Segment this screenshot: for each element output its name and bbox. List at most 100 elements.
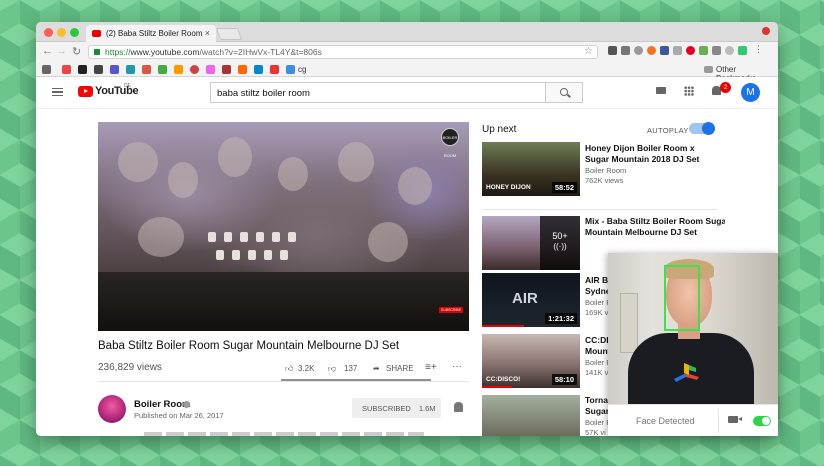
crowd-figure <box>218 137 252 177</box>
crowd-figure <box>278 157 308 191</box>
add-to-playlist-icon[interactable]: ≡+ <box>425 362 437 373</box>
playstation-logo-icon <box>674 363 699 382</box>
subscribe-watermark[interactable]: SUBSCRIBE <box>439 307 463 313</box>
thumbnail[interactable]: 50+ ((·)) <box>482 216 580 270</box>
duration-badge: 1:21:32 <box>545 313 577 324</box>
youtube-favicon-icon <box>92 30 101 37</box>
extension-icon[interactable] <box>608 46 617 55</box>
share-icon[interactable]: ➦ <box>373 364 380 373</box>
youtube-wordmark[interactable]: YouTube <box>95 85 139 97</box>
related-title[interactable]: Mix - Baba Stiltz Boiler Room Sugar <box>585 216 725 227</box>
bookmark-icon[interactable] <box>62 65 71 74</box>
bookmark-icon[interactable] <box>142 65 151 74</box>
share-button[interactable]: SHARE <box>386 364 414 373</box>
cloud-icon[interactable] <box>634 46 643 55</box>
extension-icon[interactable] <box>738 46 747 55</box>
menu-icon[interactable]: ⋮ <box>754 45 763 55</box>
extension-icon[interactable] <box>699 46 708 55</box>
url-field[interactable]: https://www.youtube.com/watch?v=2IHwVx-T… <box>88 45 598 59</box>
thumbnail-text: HONEY DIJON <box>486 184 531 191</box>
extension-icon[interactable] <box>621 46 630 55</box>
reload-icon[interactable]: ↻ <box>72 45 81 58</box>
related-title[interactable]: Mountain Melbourne DJ Set <box>585 227 725 238</box>
camera-icon[interactable] <box>728 416 742 423</box>
bookmark-icon[interactable] <box>126 65 135 74</box>
bookmark-icon[interactable] <box>110 65 119 74</box>
bookmark-icon[interactable] <box>254 65 263 74</box>
extension-icon[interactable] <box>673 46 682 55</box>
up-next-heading: Up next <box>482 124 517 135</box>
account-avatar[interactable]: M <box>741 83 760 102</box>
webcam-feed <box>608 253 778 404</box>
bookmark-icon[interactable] <box>238 65 247 74</box>
description-text <box>144 432 424 436</box>
related-title[interactable]: Sugar Mountain 2018 DJ Set <box>585 154 725 165</box>
minimize-window-button[interactable] <box>57 28 66 37</box>
new-tab-button[interactable] <box>215 28 243 40</box>
close-window-button[interactable] <box>44 28 53 37</box>
bookmark-icon[interactable] <box>78 65 87 74</box>
extension-icon[interactable] <box>712 46 721 55</box>
url-scheme: https:// <box>105 47 131 57</box>
bookmark-icon[interactable] <box>190 65 199 74</box>
bookmark-icon[interactable] <box>94 65 103 74</box>
related-title[interactable]: Honey Dijon Boiler Room x <box>585 143 725 154</box>
search-button[interactable] <box>545 82 583 103</box>
thumbnail[interactable]: AIR 1:21:32 <box>482 273 580 327</box>
maximize-window-button[interactable] <box>70 28 79 37</box>
subscribe-button[interactable]: SUBSCRIBED 1.6M <box>352 398 441 418</box>
extension-icon[interactable] <box>660 46 669 55</box>
related-views: 169K v <box>585 308 609 317</box>
mixer-knob <box>208 232 216 242</box>
browser-tab[interactable]: (2) Baba Stiltz Boiler Room × <box>86 25 216 42</box>
widget-footer: Face Detected <box>608 404 778 436</box>
dislike-count[interactable]: 137 <box>344 364 357 373</box>
tab-bar: (2) Baba Stiltz Boiler Room × <box>36 22 778 42</box>
subscriber-count: 1.6M <box>418 404 436 413</box>
thumbnail[interactable] <box>482 395 580 436</box>
bookmark-icon[interactable] <box>222 65 231 74</box>
like-icon[interactable]: 👍︎ <box>285 364 293 374</box>
thumbnail[interactable]: CC:DISCO! 58:10 <box>482 334 580 388</box>
profile-icon[interactable] <box>762 27 770 35</box>
channel-avatar[interactable] <box>98 395 126 423</box>
apps-grid-icon[interactable] <box>684 86 694 96</box>
autoplay-label: AUTOPLAY <box>647 126 689 135</box>
detection-toggle[interactable] <box>753 416 771 426</box>
forward-icon[interactable]: → <box>56 45 67 57</box>
extension-icon[interactable] <box>647 46 656 55</box>
upload-video-icon[interactable] <box>656 87 666 94</box>
extension-icon[interactable] <box>725 46 734 55</box>
close-tab-icon[interactable]: × <box>205 28 210 38</box>
search-input[interactable]: baba stiltz boiler room <box>210 82 546 103</box>
bookmark-folder-cg[interactable]: cg <box>298 65 306 74</box>
bookmark-icon[interactable] <box>270 65 279 74</box>
bookmark-icon[interactable] <box>206 65 215 74</box>
more-actions-icon[interactable]: ··· <box>452 361 462 372</box>
pinterest-icon[interactable] <box>686 46 695 55</box>
related-views: 141K v <box>585 368 609 377</box>
mixer-knob <box>216 250 224 260</box>
face-detected-status: Face Detected <box>636 416 695 426</box>
thumbnail-text: AIR <box>512 290 538 307</box>
youtube-logo-icon[interactable] <box>78 86 93 97</box>
autoplay-toggle[interactable] <box>689 122 715 135</box>
related-channel[interactable]: Boiler Room <box>585 166 626 175</box>
bookmark-star-icon[interactable]: ☆ <box>584 46 593 57</box>
hamburger-menu-icon[interactable] <box>52 88 63 96</box>
like-count[interactable]: 3.2K <box>298 364 314 373</box>
bookmark-icon[interactable] <box>158 65 167 74</box>
dislike-icon[interactable]: 👎︎ <box>328 364 336 374</box>
boiler-room-logo: BOILER ROOM <box>441 128 459 158</box>
video-player[interactable]: BOILER ROOM SUBSCRIBE <box>98 122 469 331</box>
notification-bell-icon[interactable] <box>454 402 463 412</box>
apps-icon[interactable] <box>42 65 51 74</box>
mixer-knob <box>224 232 232 242</box>
verified-icon <box>183 401 190 408</box>
bookmark-icon[interactable] <box>174 65 183 74</box>
crowd-figure <box>398 167 432 205</box>
back-icon[interactable]: ← <box>42 45 53 57</box>
channel-name[interactable]: Boiler Room <box>134 399 190 410</box>
crowd-figure <box>138 217 184 257</box>
thumbnail[interactable]: HONEY DIJON 58:52 <box>482 142 580 196</box>
